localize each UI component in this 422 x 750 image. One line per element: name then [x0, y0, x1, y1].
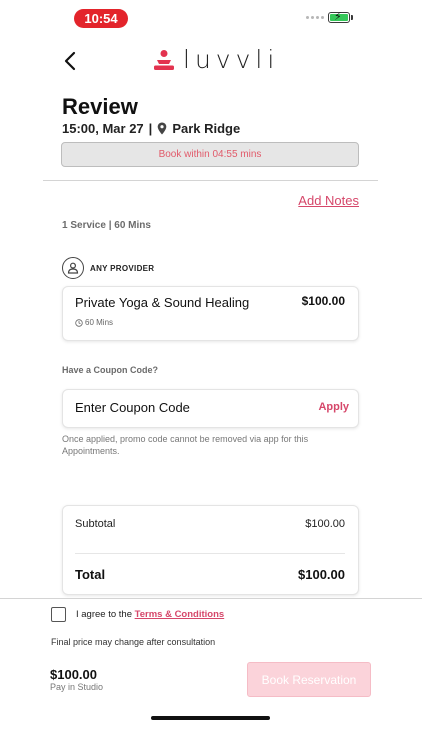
apply-coupon-button[interactable]: Apply — [318, 401, 349, 413]
page-title: Review — [62, 94, 138, 119]
battery-icon: ⚡ — [328, 11, 350, 23]
terms-checkbox[interactable] — [51, 607, 66, 622]
home-indicator — [151, 716, 270, 720]
service-name: Private Yoga & Sound Healing — [75, 295, 250, 310]
location-pin-icon — [158, 122, 167, 135]
book-reservation-button[interactable]: Book Reservation — [247, 662, 371, 697]
appointment-separator: | — [148, 121, 153, 136]
terms-row: I agree to the Terms & Conditions — [51, 607, 224, 622]
subtotal-label: Subtotal — [75, 518, 116, 530]
brand-logo: luvvli — [153, 45, 279, 74]
user-avatar-icon — [62, 257, 84, 279]
terms-link[interactable]: Terms & Conditions — [135, 609, 225, 620]
footer-divider — [0, 598, 422, 599]
meditation-logo-icon — [154, 49, 174, 70]
provider-label: ANY PROVIDER — [90, 263, 155, 273]
add-notes-link[interactable]: Add Notes — [298, 193, 359, 208]
top-nav: luvvli — [0, 40, 422, 80]
status-time: 10:54 — [74, 9, 128, 28]
total-value: $100.00 — [298, 567, 345, 582]
subtotal-value: $100.00 — [305, 518, 345, 530]
status-bar: 10:54 ⚡ — [0, 0, 422, 40]
service-duration-text: 60 Mins — [85, 318, 114, 327]
provider-row: ANY PROVIDER — [62, 257, 154, 279]
totals-card: Subtotal $100.00 Total $100.00 — [62, 505, 359, 595]
signal-icon — [306, 16, 324, 19]
total-label: Total — [75, 567, 106, 582]
terms-text: I agree to the Terms & Conditions — [76, 609, 224, 620]
brand-name: luvvli — [183, 45, 280, 74]
appointment-datetime: 15:00, Mar 27 — [62, 121, 144, 136]
terms-prefix: I agree to the — [76, 609, 132, 620]
service-summary: 1 Service | 60 Mins — [62, 220, 151, 231]
clock-icon — [75, 318, 83, 327]
totals-divider — [75, 553, 345, 554]
coupon-card: Apply — [62, 389, 359, 428]
service-price: $100.00 — [301, 294, 345, 308]
appointment-location: Park Ridge — [172, 121, 241, 136]
total-row: Total $100.00 — [75, 567, 345, 582]
chevron-left-icon — [64, 51, 76, 71]
coupon-note: Once applied, promo code cannot be remov… — [62, 434, 309, 456]
booking-countdown: Book within 04:55 mins — [61, 142, 359, 167]
battery-tip — [351, 15, 353, 20]
coupon-heading: Have a Coupon Code? — [62, 365, 159, 375]
section-divider — [43, 180, 378, 181]
price-note: Final price may change after consultatio… — [51, 637, 216, 647]
coupon-input[interactable] — [75, 400, 295, 415]
service-card: Private Yoga & Sound Healing $100.00 60 … — [62, 286, 359, 341]
service-duration: 60 Mins — [75, 318, 113, 327]
appointment-info: 15:00, Mar 27 | Park Ridge — [62, 121, 240, 136]
subtotal-row: Subtotal $100.00 — [75, 518, 345, 530]
footer-price: $100.00 — [50, 667, 97, 682]
payment-method-note: Pay in Studio — [50, 682, 104, 692]
back-button[interactable] — [58, 48, 84, 74]
